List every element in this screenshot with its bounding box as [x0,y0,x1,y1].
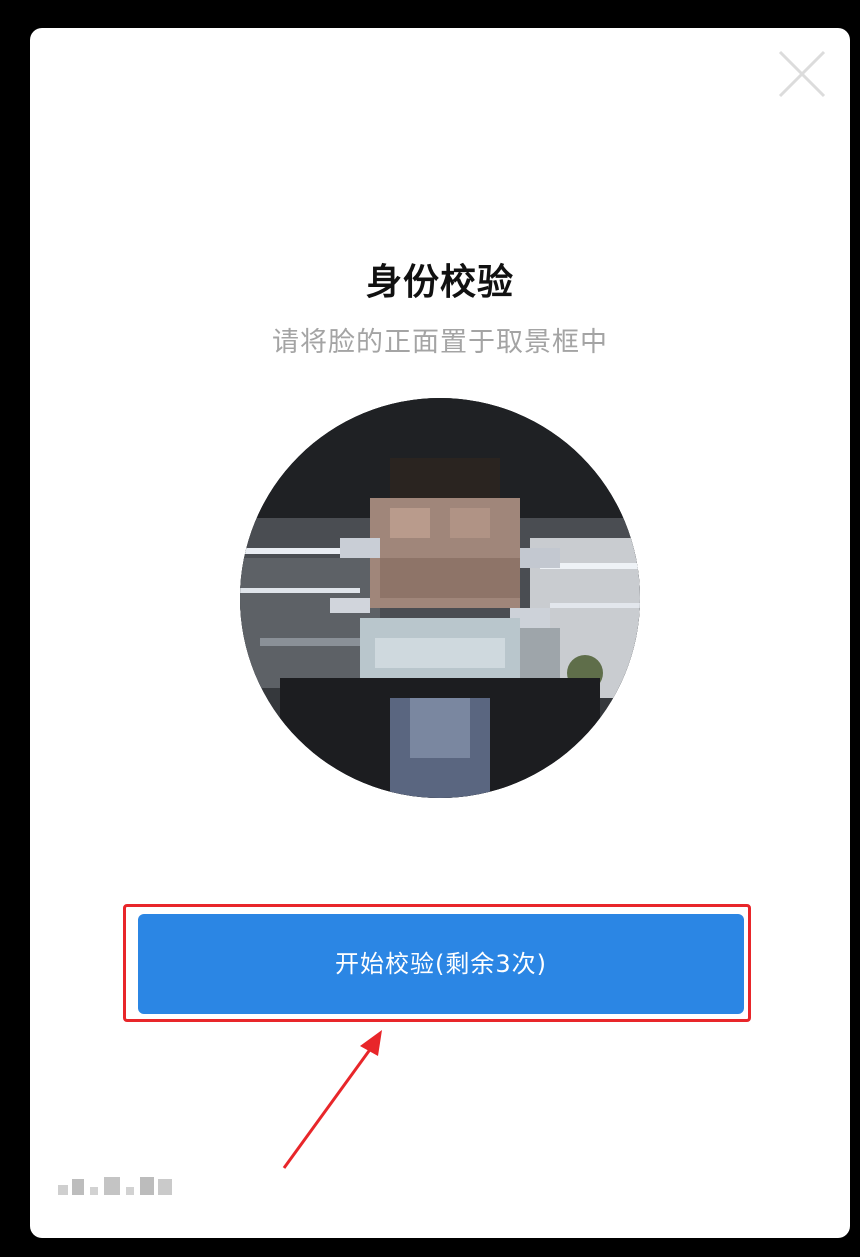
face-camera-preview [240,398,640,798]
dialog-subtitle: 请将脸的正面置于取景框中 [272,327,608,358]
identity-verification-dialog: 身份校验 请将脸的正面置于取景框中 开始校验(剩余3次) [30,28,850,1238]
red-arrow-icon [270,1018,400,1178]
start-verification-button[interactable]: 开始校验(剩余3次) [138,914,744,1014]
blurred-version-label [58,1173,188,1199]
dialog-title: 身份校验 [365,262,514,303]
close-icon[interactable] [774,46,830,102]
